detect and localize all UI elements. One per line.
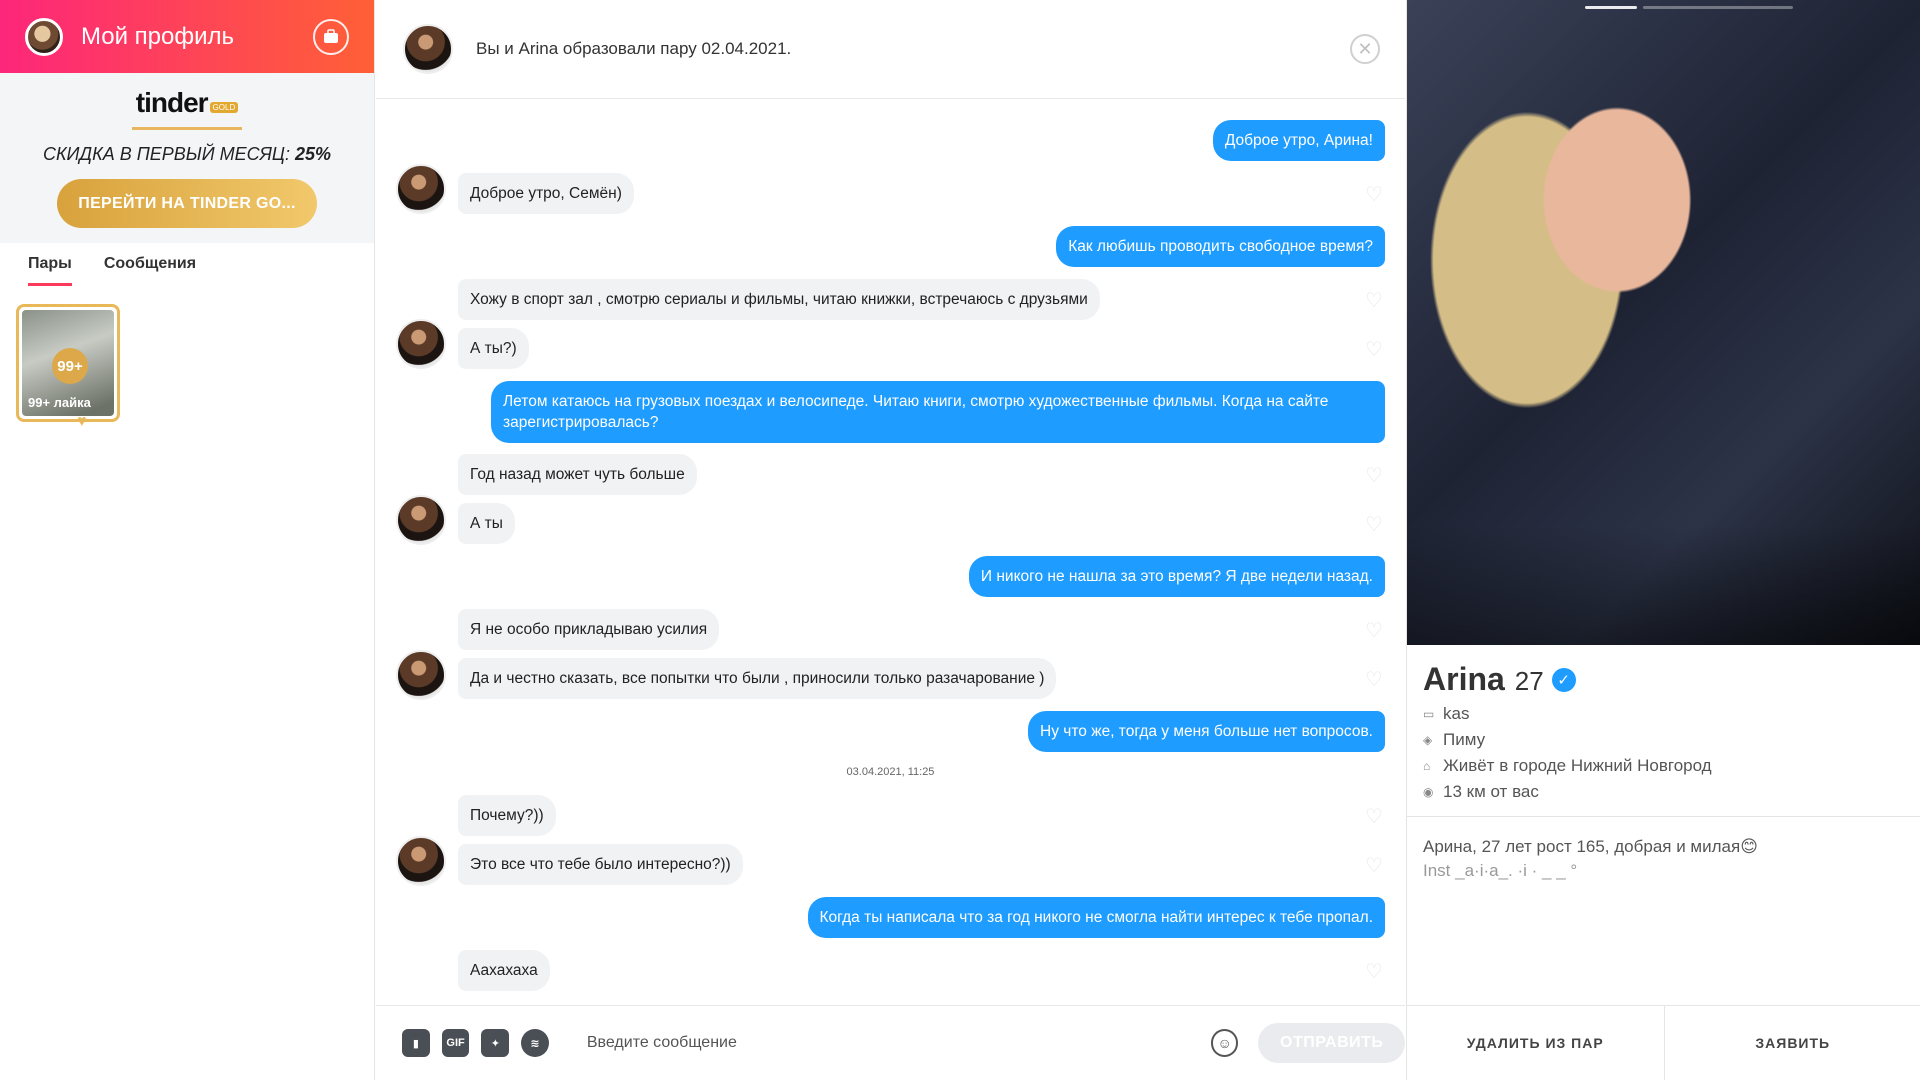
heart-icon[interactable]: ♡ <box>1365 466 1385 486</box>
sidebar-tabs: Пары Сообщения <box>0 243 374 286</box>
likes-label: 99+ лайка <box>28 395 91 410</box>
discount-text: СКИДКА В ПЕРВЫЙ МЕСЯЦ: 25% <box>42 144 332 164</box>
gold-promo: tinder GOLD СКИДКА В ПЕРВЫЙ МЕСЯЦ: 25% П… <box>0 73 374 243</box>
photo-indicator-active <box>1585 6 1637 9</box>
send-button[interactable]: ОТПРАВИТЬ <box>1258 1023 1405 1063</box>
outgoing-message: Ну что же, тогда у меня больше нет вопро… <box>1028 711 1385 752</box>
profile-actions: УДАЛИТЬ ИЗ ПАР ЗАЯВИТЬ <box>1407 1005 1920 1080</box>
match-avatar[interactable] <box>396 650 446 700</box>
match-avatar[interactable] <box>396 836 446 886</box>
school-icon: ◈ <box>1423 733 1433 747</box>
location-pin-icon: ◉ <box>1423 785 1434 799</box>
contact-card-icon[interactable]: ▮ <box>402 1029 430 1057</box>
likes-card-image: 99+ 99+ лайка <box>22 310 114 416</box>
profile-job: ▭ kas <box>1423 704 1470 723</box>
photo-gradient <box>1407 525 1920 645</box>
incoming-message: А ты?) <box>458 328 529 369</box>
match-date-text: Вы и Arina образовали пару 02.04.2021. <box>476 39 792 58</box>
message-timestamp: 03.04.2021, 11:25 <box>846 766 935 778</box>
match-avatar[interactable] <box>396 319 446 369</box>
outgoing-message: И никого не нашла за это время? Я две не… <box>968 556 1385 597</box>
likes-count-badge: 99+ <box>52 348 88 384</box>
heart-icon: ♥ <box>77 413 87 430</box>
profile-city: ⌂ Живёт в городе Нижний Новгород <box>1423 756 1712 775</box>
emoji-icon[interactable]: ☺ <box>1210 1029 1239 1057</box>
get-gold-button[interactable]: ПЕРЕЙТИ НА TINDER GO... <box>57 179 317 228</box>
heart-icon[interactable]: ♡ <box>1365 962 1385 982</box>
profile-info: Arina 27 ✓ ▭ kas ◈ Пиму ⌂ Живёт в городе… <box>1407 645 1920 802</box>
incoming-message: Почему?)) <box>458 795 556 836</box>
incoming-message: Я не особо прикладываю усилия <box>458 609 720 650</box>
home-icon: ⌂ <box>1423 759 1431 773</box>
profile-school: ◈ Пиму <box>1423 730 1486 749</box>
photo-indicator <box>1643 6 1793 9</box>
sidebar-header: Мой профиль <box>0 0 374 73</box>
spotify-icon[interactable]: ≋ <box>521 1029 549 1057</box>
bio-instagram: Inst _a·i·a_. ·i · _ _ ° <box>1423 861 1578 880</box>
incoming-message: Доброе утро, Семён) <box>458 173 634 214</box>
briefcase-icon[interactable] <box>313 18 349 55</box>
my-avatar[interactable] <box>25 17 63 56</box>
verified-icon: ✓ <box>1551 667 1576 692</box>
heart-icon[interactable]: ♡ <box>1365 807 1385 827</box>
incoming-message: Это все что тебе было интересно?)) <box>458 844 743 885</box>
profile-name-row: Arina 27 ✓ <box>1423 661 1904 698</box>
match-profile-panel: Arina 27 ✓ ▭ kas ◈ Пиму ⌂ Живёт в городе… <box>1406 0 1920 1080</box>
heart-icon[interactable]: ♡ <box>1365 670 1385 690</box>
gif-icon[interactable]: GIF <box>441 1029 470 1057</box>
tab-matches[interactable]: Пары <box>28 255 72 286</box>
match-avatar[interactable] <box>403 24 453 74</box>
outgoing-message: Летом катаюсь на грузовых поездах и вело… <box>491 381 1385 443</box>
incoming-message: А ты <box>458 503 515 544</box>
tinder-gold-logo: tinder GOLD <box>131 87 243 130</box>
profile-name: Arina <box>1423 661 1505 697</box>
heart-icon[interactable]: ♡ <box>1365 340 1385 360</box>
outgoing-message: Как любишь проводить свободное время? <box>1056 226 1385 267</box>
message-list[interactable]: Доброе утро, Арина! Доброе утро, Семён) … <box>376 100 1405 1005</box>
message-input[interactable] <box>586 1034 1201 1052</box>
outgoing-message: Когда ты написала что за год никого не с… <box>807 897 1385 938</box>
incoming-message: Да и честно сказать, все попытки что был… <box>458 658 1057 699</box>
incoming-message: Аахахаха <box>458 950 550 991</box>
profile-distance: ◉ 13 км от вас <box>1423 782 1539 801</box>
sticker-icon[interactable]: ✦ <box>481 1029 510 1057</box>
chat-panel: Вы и Arina образовали пару 02.04.2021. ✕… <box>376 0 1405 1080</box>
heart-icon[interactable]: ♡ <box>1365 291 1385 311</box>
sidebar: Мой профиль tinder GOLD СКИДКА В ПЕРВЫЙ … <box>0 0 375 1080</box>
likes-card[interactable]: 99+ 99+ лайка ♥ <box>16 304 120 430</box>
incoming-message: Хожу в спорт зал , смотрю сериалы и филь… <box>458 279 1100 320</box>
match-avatar[interactable] <box>396 164 446 214</box>
job-icon: ▭ <box>1423 707 1435 721</box>
profile-photo[interactable] <box>1407 0 1920 645</box>
message-composer: ▮ GIF ✦ ≋ ☺ ОТПРАВИТЬ <box>376 1005 1405 1080</box>
heart-icon[interactable]: ♡ <box>1365 621 1385 641</box>
heart-icon[interactable]: ♡ <box>1365 856 1385 876</box>
report-button[interactable]: ЗАЯВИТЬ <box>1663 1006 1920 1080</box>
match-avatar[interactable] <box>396 495 446 545</box>
tab-messages[interactable]: Сообщения <box>104 255 196 286</box>
profile-bio: Арина, 27 лет рост 165, добрая и милая😊 … <box>1407 817 1920 883</box>
outgoing-message: Доброе утро, Арина! <box>1212 120 1385 161</box>
unmatch-button[interactable]: УДАЛИТЬ ИЗ ПАР <box>1407 1006 1664 1080</box>
my-profile-link[interactable]: Мой профиль <box>81 23 313 51</box>
close-icon[interactable]: ✕ <box>1350 34 1380 64</box>
heart-icon[interactable]: ♡ <box>1365 515 1385 535</box>
incoming-message: Год назад может чуть больше <box>458 454 697 495</box>
chat-header: Вы и Arina образовали пару 02.04.2021. ✕ <box>376 0 1405 99</box>
profile-age: 27 <box>1514 666 1544 696</box>
heart-icon[interactable]: ♡ <box>1365 185 1385 205</box>
